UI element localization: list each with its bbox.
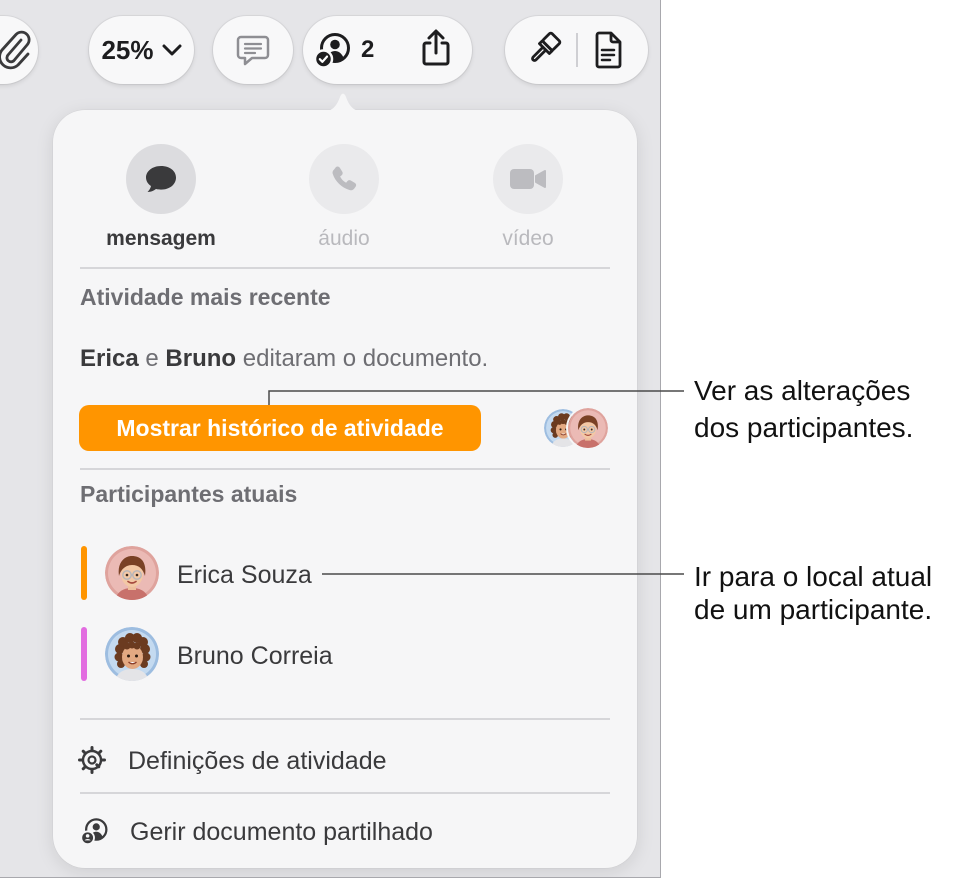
- message-label: mensagem: [106, 227, 216, 250]
- comment-button[interactable]: [213, 16, 293, 84]
- callout-line: Ir para o local atual: [694, 561, 933, 592]
- phone-icon: [329, 164, 359, 194]
- participant-color-bar: [81, 546, 87, 600]
- participant-row-bruno[interactable]: Bruno Correia: [53, 621, 637, 687]
- participant-name: Bruno Correia: [177, 642, 333, 670]
- manage-shared-document-label: Gerir documento partilhado: [130, 818, 433, 846]
- divider: [80, 267, 610, 269]
- paperclip-icon: [0, 30, 33, 70]
- avatar-bruno: [105, 627, 159, 681]
- participant-color-bar: [81, 627, 87, 681]
- document-icon: [593, 31, 623, 69]
- audio-call-button[interactable]: [309, 144, 379, 214]
- editor-name: Bruno: [165, 345, 237, 372]
- collaborators-count: 2: [361, 36, 375, 63]
- summary-conjunction: e: [145, 345, 159, 372]
- format-pill: [505, 16, 648, 84]
- document-button[interactable]: [578, 16, 648, 84]
- manage-shared-document-icon: [79, 816, 109, 846]
- share-icon: [420, 28, 452, 68]
- collaborate-button[interactable]: 2: [303, 16, 403, 84]
- page: 25% 2 mensagem áudio vídeo Atividade mai…: [0, 0, 960, 880]
- callout-line: dos participantes.: [694, 412, 914, 443]
- callout-participant-location: Ir para o local atual de um participante…: [694, 560, 954, 626]
- summary-text: editaram o documento.: [242, 345, 489, 372]
- video-label: vídeo: [502, 227, 554, 250]
- divider: [80, 792, 610, 794]
- avatar-erica-small: [566, 406, 610, 450]
- callout-line: de um participante.: [694, 594, 933, 625]
- message-button[interactable]: [126, 144, 196, 214]
- app-screenshot: 25% 2 mensagem áudio vídeo Atividade mai…: [0, 0, 661, 878]
- activity-settings-item[interactable]: Definições de atividade: [53, 730, 637, 790]
- callout-activity-history: Ver as alterações dos participantes.: [694, 372, 954, 446]
- chevron-down-icon: [162, 44, 182, 56]
- participant-name: Erica Souza: [177, 561, 312, 589]
- activity-settings-icon: [77, 745, 107, 775]
- zoom-level: 25%: [101, 35, 154, 65]
- show-activity-history-button[interactable]: Mostrar histórico de atividade: [79, 405, 481, 451]
- collaboration-icon: [312, 30, 352, 70]
- video-icon: [509, 166, 547, 192]
- divider: [80, 718, 610, 720]
- current-participants-heading: Participantes atuais: [80, 481, 298, 507]
- collaboration-popover: mensagem áudio vídeo Atividade mais rece…: [53, 110, 637, 868]
- attachment-button[interactable]: [0, 16, 38, 84]
- avatar-erica: [105, 546, 159, 600]
- popover-arrow: [321, 91, 365, 112]
- collaboration-pill: 2: [303, 16, 472, 84]
- activity-settings-label: Definições de atividade: [128, 747, 387, 775]
- zoom-button[interactable]: 25%: [89, 16, 194, 84]
- participant-row-erica[interactable]: Erica Souza: [53, 540, 637, 606]
- callout-line: Ver as alterações: [694, 375, 911, 406]
- audio-label: áudio: [318, 227, 370, 250]
- format-button[interactable]: [505, 16, 576, 84]
- manage-shared-document-item[interactable]: Gerir documento partilhado: [53, 800, 637, 860]
- paintbrush-icon: [523, 30, 563, 70]
- share-button[interactable]: [403, 16, 472, 84]
- comment-icon: [235, 32, 271, 68]
- video-call-button[interactable]: [493, 144, 563, 214]
- recent-activity-heading: Atividade mais recente: [80, 284, 331, 310]
- recent-activity-summary: Erica e Bruno editaram o documento.: [80, 345, 488, 373]
- editor-name: Erica: [80, 345, 139, 372]
- message-icon: [144, 164, 178, 194]
- divider: [80, 468, 610, 470]
